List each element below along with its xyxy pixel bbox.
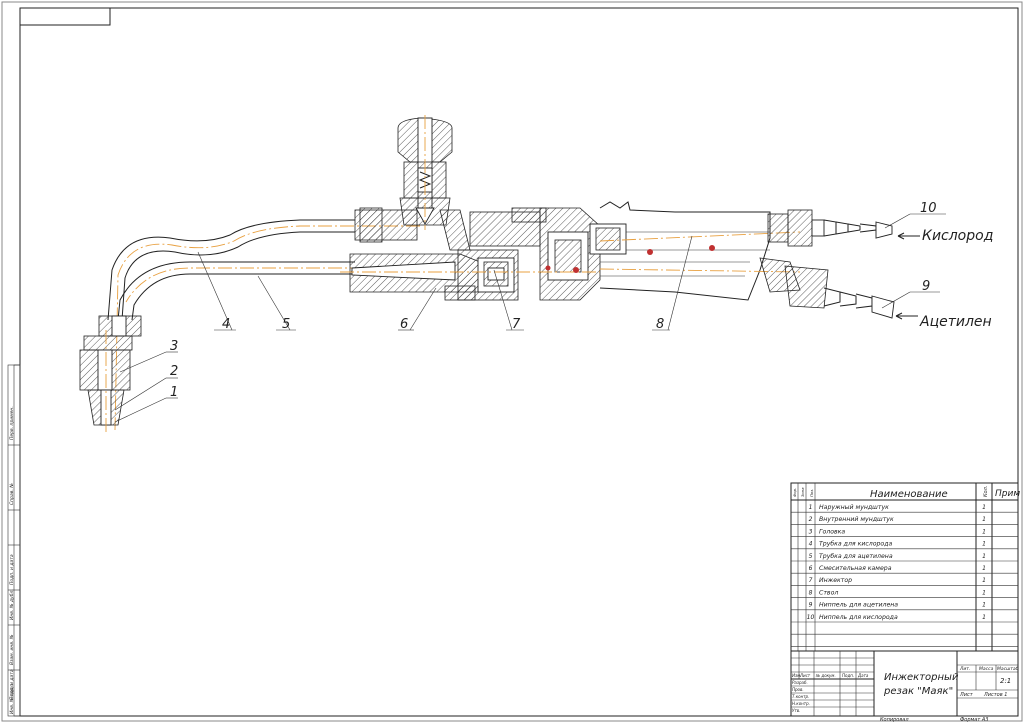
spec-qty: 1 <box>982 541 986 548</box>
spec-name: Ниппель для кислорода <box>819 614 898 621</box>
spec-qty: 1 <box>982 516 986 523</box>
spec-qty: 1 <box>982 504 986 511</box>
tb-nkontr: Н.контр. <box>792 701 810 706</box>
spec-name: Головка <box>819 528 845 535</box>
spec-name: Смесительная камера <box>819 565 892 572</box>
spec-name: Ствол <box>819 589 838 596</box>
spec-row: 6 Смесительная камера 1 <box>809 565 986 572</box>
tb-format: Формат А3 <box>960 717 988 723</box>
spec-pos: 1 <box>809 504 813 511</box>
spec-name: Ниппель для ацетилена <box>819 602 898 609</box>
side-vzam-label: Взам. инв. № <box>9 634 15 665</box>
col-format: Фор. <box>792 488 797 497</box>
callout-6: 6 <box>400 317 408 332</box>
tb-scale: Масштаб <box>997 666 1019 672</box>
col-name: Наименование <box>870 489 948 500</box>
spec-qty: 1 <box>982 528 986 535</box>
nipple-acetylene <box>759 257 895 319</box>
spec-row: 2 Внутренний мундштук 1 <box>809 516 986 523</box>
spec-qty: 1 <box>982 577 986 584</box>
spec-row: 4 Трубка для кислорода 1 <box>809 540 986 548</box>
spec-pos: 7 <box>809 577 813 584</box>
tb-sheets: Листов 1 <box>983 692 1007 698</box>
spec-pos: 3 <box>809 528 813 535</box>
tube-oxygen <box>107 219 420 431</box>
acetylene-label: Ацетилен <box>919 314 992 330</box>
callout-4: 4 <box>222 317 230 332</box>
tb-date: Дата <box>857 673 869 678</box>
oxygen-label: Кислород <box>922 228 993 244</box>
spec-table: Фор. Зона Поз. Наименование Кол. Прим 1Н… <box>790 482 1020 652</box>
spec-row: 7 Инжектор 1 <box>809 577 986 584</box>
spec-name: Инжектор <box>819 577 852 584</box>
side-stamp: Перв. примен. Справ. № Подп. и дата Инв.… <box>7 364 21 717</box>
spec-pos: 4 <box>809 541 813 548</box>
spec-row: 1 Наружный мундштук 1 <box>809 504 986 511</box>
side-perv-label: Перв. примен. <box>9 406 15 440</box>
callout-8: 8 <box>656 317 664 332</box>
tb-lit: Лит. <box>959 666 970 672</box>
spec-pos: 2 <box>809 516 813 523</box>
tb-doc: № докум. <box>815 673 836 678</box>
tb-scale-value: 2:1 <box>1000 677 1011 685</box>
tb-sign: Подп. <box>842 673 854 678</box>
drawing-canvas: Перв. примен. Справ. № Подп. и дата Инв.… <box>1 1 1023 723</box>
spec-qty: 1 <box>982 553 986 560</box>
spec-row: 10 Ниппель для кислорода 1 <box>807 614 986 621</box>
tb-sheet: Лист <box>959 692 974 698</box>
head-nozzle <box>79 315 142 432</box>
callout-10: 10 <box>920 201 937 216</box>
spec-qty: 1 <box>982 614 986 621</box>
spec-row: 5 Трубка для ацетилена 1 <box>809 552 986 560</box>
tb-copied: Копировал <box>880 717 909 723</box>
col-zone: Зона <box>800 487 805 497</box>
drawing-title-line2: резак "Маяк" <box>883 686 953 697</box>
tb-utv: Утв. <box>792 708 800 713</box>
callout-5: 5 <box>282 317 290 332</box>
col-note: Прим <box>995 489 1020 499</box>
spec-row: 8 Ствол 1 <box>809 589 986 596</box>
cutter-drawing: 3 2 1 4 5 6 7 8 9 10 Кислород Ацетилен <box>79 115 993 432</box>
spec-pos: 8 <box>809 589 813 596</box>
spec-row: 3 Головка 1 <box>809 528 986 535</box>
nipple-oxygen <box>767 209 893 247</box>
tb-prov: Пров. <box>792 687 804 692</box>
tb-razrab: Разраб. <box>792 680 808 685</box>
spec-name: Трубка для кислорода <box>819 540 892 548</box>
tb-tkontr: Т.контр. <box>792 694 809 699</box>
spec-qty: 1 <box>982 565 986 572</box>
spec-qty: 1 <box>982 589 986 596</box>
spec-name: Внутренний мундштук <box>819 516 894 523</box>
col-qty: Кол. <box>983 486 989 497</box>
callout-3: 3 <box>170 339 178 354</box>
drawing-title-line1: Инжекторный <box>884 672 959 683</box>
side-podl-label: Инв. № подл. <box>9 683 15 714</box>
side-sprav-label: Справ. № <box>9 483 15 505</box>
side-dubl-label: Инв. № дубл. <box>9 589 15 620</box>
side-podp1-label: Подп. и дата <box>9 554 15 585</box>
spec-row: 9 Ниппель для ацетилена 1 <box>809 602 986 609</box>
spec-pos: 6 <box>809 565 813 572</box>
spec-name: Трубка для ацетилена <box>819 552 893 560</box>
tb-mass: Масса <box>979 666 994 672</box>
callout-2: 2 <box>170 364 178 379</box>
spec-pos: 9 <box>809 602 813 609</box>
callout-7: 7 <box>512 317 521 332</box>
callout-9: 9 <box>922 279 930 294</box>
callout-1: 1 <box>170 385 178 400</box>
col-pos: Поз. <box>809 489 814 497</box>
tb-list: Лист <box>799 673 811 678</box>
spec-qty: 1 <box>982 602 986 609</box>
spec-pos: 5 <box>809 553 813 560</box>
spec-name: Наружный мундштук <box>819 504 889 511</box>
title-block: Изм. Лист № докум. Подп. Дата Разраб. Пр… <box>790 650 1019 717</box>
spec-pos: 10 <box>807 614 815 621</box>
